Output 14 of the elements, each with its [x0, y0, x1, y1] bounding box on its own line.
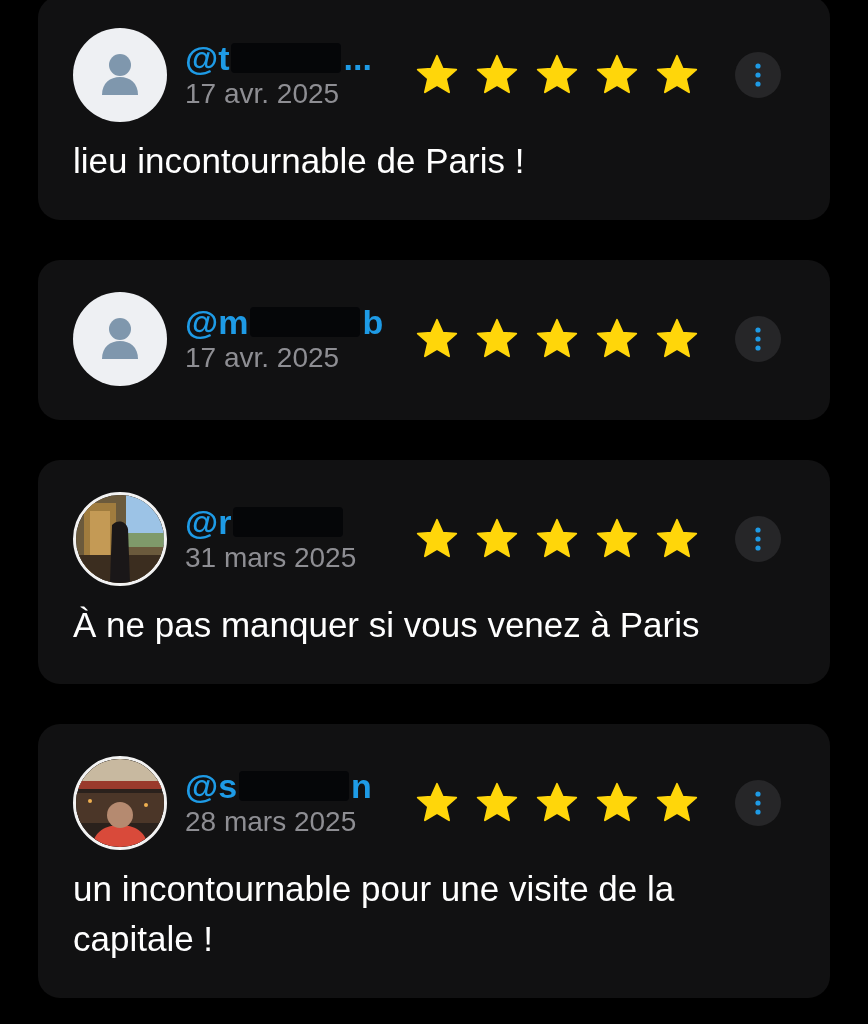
- review-date: 17 avr. 2025: [185, 78, 341, 110]
- review-date: 31 mars 2025: [185, 542, 358, 574]
- username-link[interactable]: n: [351, 768, 372, 804]
- review-date: 17 avr. 2025: [185, 342, 341, 374]
- username-link[interactable]: b: [362, 304, 384, 340]
- username-link[interactable]: @t: [185, 40, 230, 76]
- review-date: 28 mars 2025: [185, 806, 358, 838]
- username-link[interactable]: @s: [185, 768, 238, 804]
- review-text: lieu incontournable de Paris !: [73, 140, 526, 182]
- review-text: À ne pas manquer si vous venez à Paris: [73, 604, 701, 646]
- username-link[interactable]: ...: [343, 40, 372, 76]
- username-link[interactable]: @m: [185, 304, 249, 340]
- review-text: un incontournable pour une visite de la capitale !: [73, 868, 676, 960]
- username-link[interactable]: @r: [185, 504, 232, 540]
